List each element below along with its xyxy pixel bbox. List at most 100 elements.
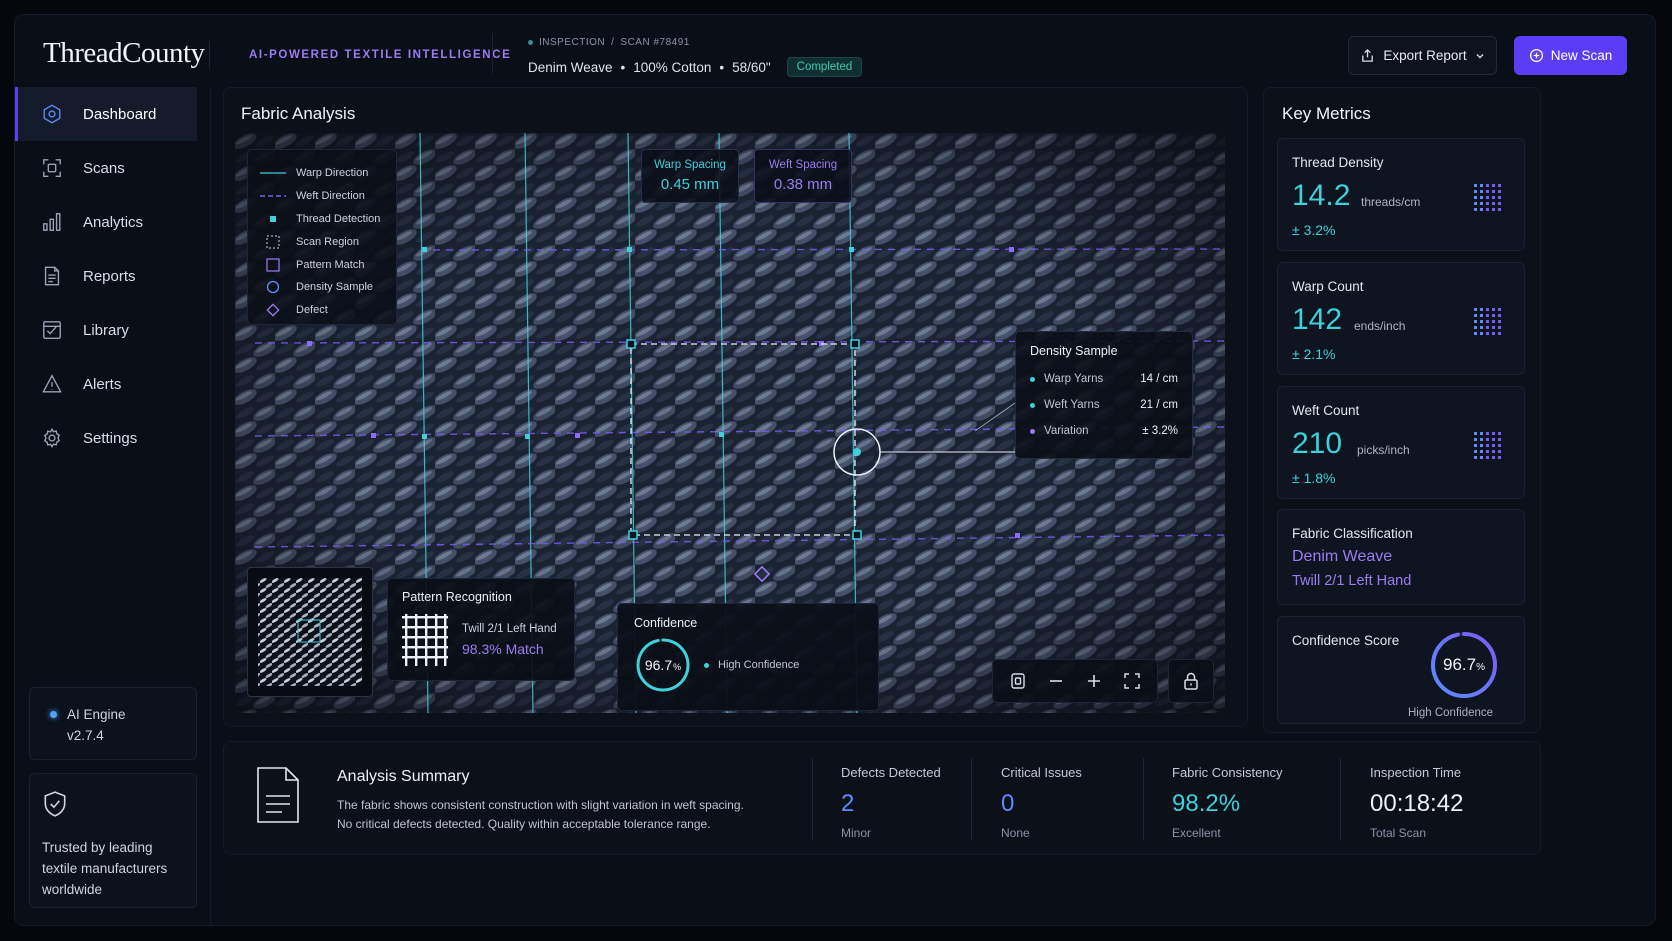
fabric-classification-card[interactable]: Fabric Classification Denim Weave Twill …	[1277, 509, 1525, 605]
confidence-title: Confidence	[634, 616, 698, 630]
plus-circle-icon	[1529, 48, 1543, 63]
metric-label: Warp Count	[1292, 279, 1364, 294]
minus-icon	[1050, 680, 1062, 682]
fabric-width: 58/60"	[732, 59, 771, 75]
sidebar-item-label: Alerts	[83, 375, 122, 393]
density-sample-box: Density Sample Warp Yarns 14 / cm Weft Y…	[1015, 331, 1193, 459]
sidebar: Dashboard Scans Analytics Reports Librar…	[15, 87, 211, 925]
sidebar-item-library[interactable]: Library	[15, 303, 197, 357]
gear-icon	[43, 427, 61, 449]
shield-check-icon	[44, 791, 66, 817]
stat-defects[interactable]: Defects Detected 2 Minor	[841, 765, 941, 840]
tagline: AI-POWERED TEXTILE INTELLIGENCE	[249, 49, 512, 61]
sidebar-item-label: Settings	[83, 429, 138, 447]
sidebar-item-label: Analytics	[83, 213, 144, 231]
density-row: Warp Yarns 14 / cm	[1030, 366, 1178, 392]
ai-engine-card: AI Engine v2.7.4	[29, 687, 197, 760]
thread-density-card[interactable]: Thread Density 14.2 threads/cm ± 3.2%	[1277, 138, 1525, 251]
metric-label: Confidence Score	[1292, 633, 1400, 648]
analysis-summary-panel: Analysis Summary The fabric shows consis…	[223, 741, 1541, 855]
sidebar-item-reports[interactable]: Reports	[15, 249, 197, 303]
dot-grid-icon	[1474, 432, 1501, 459]
metric-delta: ± 1.8%	[1292, 470, 1336, 486]
sidebar-item-label: Library	[83, 321, 129, 339]
metric-delta: ± 3.2%	[1292, 222, 1336, 238]
confidence-score-caption: High Confidence	[1408, 707, 1494, 719]
square-outline-icon	[266, 257, 280, 272]
plus-icon	[1088, 675, 1100, 687]
trust-card: Trusted by leading textile manufacturers…	[29, 773, 197, 908]
brand-logo[interactable]: ThreadCounty	[43, 37, 205, 70]
export-icon	[1362, 48, 1374, 62]
weft-spacing-value: 0.38 mm	[773, 176, 833, 193]
lock-button[interactable]	[1168, 659, 1214, 703]
sidebar-item-scans[interactable]: Scans	[15, 141, 197, 195]
sidebar-item-label: Scans	[83, 159, 125, 177]
dot-grid-icon	[1474, 308, 1501, 335]
engine-status-dot	[50, 711, 57, 718]
analytics-icon	[43, 213, 61, 231]
confidence-label: High Confidence	[718, 659, 800, 671]
reset-view-button[interactable]	[1005, 668, 1031, 694]
fabric-analysis-panel: Fabric Analysis Warp Direction Weft Dire…	[223, 87, 1248, 727]
sidebar-item-analytics[interactable]: Analytics	[15, 195, 197, 249]
weft-count-card[interactable]: Weft Count 210 picks/inch ± 1.8%	[1277, 386, 1525, 499]
density-row: Variation ± 3.2%	[1030, 418, 1178, 444]
fabric-name: Denim Weave	[528, 59, 613, 75]
inspection-breadcrumb: INSPECTION / SCAN #78491	[528, 37, 690, 48]
metric-label: Weft Count	[1292, 403, 1360, 418]
density-title: Density Sample	[1030, 344, 1118, 358]
zoom-in-button[interactable]	[1081, 668, 1107, 694]
sidebar-item-alerts[interactable]: Alerts	[15, 357, 197, 411]
document-icon	[257, 767, 299, 823]
legend-item: Density Sample	[260, 276, 384, 299]
weft-spacing-label: Weft Spacing	[768, 159, 838, 171]
legend-item: Weft Direction	[260, 185, 384, 208]
legend-item: Scan Region	[260, 230, 384, 253]
confidence-score-card[interactable]: Confidence Score 96.7% High Confidence	[1277, 616, 1525, 724]
sidebar-item-settings[interactable]: Settings	[15, 411, 197, 465]
scan-icon	[43, 159, 61, 177]
viewer-toolbar	[992, 659, 1158, 703]
new-scan-label: New Scan	[1550, 48, 1613, 63]
warp-spacing-label: Warp Spacing	[654, 159, 726, 171]
pattern-match: 98.3% Match	[462, 641, 544, 657]
stat-inspection-time[interactable]: Inspection Time 00:18:42 Total Scan	[1370, 765, 1463, 840]
sidebar-item-label: Reports	[83, 267, 136, 285]
solid-line-icon	[260, 172, 286, 175]
circle-outline-icon	[266, 281, 280, 294]
fabric-viewer[interactable]: Warp Direction Weft Direction Thread Det…	[235, 133, 1225, 713]
legend-item: Warp Direction	[260, 162, 384, 185]
metric-delta: ± 2.1%	[1292, 346, 1336, 362]
zoom-out-button[interactable]	[1043, 668, 1069, 694]
app-window: ThreadCounty AI-POWERED TEXTILE INTELLIG…	[14, 14, 1656, 926]
metric-unit: threads/cm	[1361, 195, 1421, 209]
metric-unit: ends/inch	[1354, 319, 1406, 333]
warp-count-card[interactable]: Warp Count 142 ends/inch ± 2.1%	[1277, 262, 1525, 375]
sidebar-item-dashboard[interactable]: Dashboard	[15, 87, 197, 141]
fullscreen-button[interactable]	[1119, 668, 1145, 694]
weave-grid-icon	[402, 614, 448, 666]
fullscreen-icon	[1124, 673, 1140, 689]
metric-label: Fabric Classification	[1292, 526, 1413, 541]
stat-fabric-consistency[interactable]: Fabric Consistency 98.2% Excellent	[1172, 765, 1283, 840]
pattern-thumbnail[interactable]	[247, 567, 373, 697]
metric-label: Thread Density	[1292, 155, 1384, 170]
export-report-label: Export Report	[1383, 48, 1467, 63]
pattern-recognition-box: Pattern Recognition Twill 2/1 Left Hand …	[387, 578, 575, 681]
export-report-button[interactable]: Export Report	[1348, 36, 1497, 75]
metric-value: 142	[1292, 303, 1343, 336]
library-icon	[43, 321, 61, 339]
legend: Warp Direction Weft Direction Thread Det…	[247, 149, 397, 325]
confidence-box: Confidence 96.7% High Confidence	[617, 603, 879, 711]
engine-version: v2.7.4	[67, 728, 104, 743]
stat-critical-issues[interactable]: Critical Issues 0 None	[1001, 765, 1082, 840]
dashboard-icon	[43, 104, 61, 124]
legend-item: Pattern Match	[260, 253, 384, 276]
new-scan-button[interactable]: New Scan	[1514, 36, 1627, 75]
pattern-title: Pattern Recognition	[402, 590, 512, 604]
diamond-icon	[266, 303, 280, 317]
metric-value: 14.2	[1292, 179, 1351, 212]
dashed-line-icon	[260, 195, 286, 197]
warp-spacing-value: 0.45 mm	[660, 176, 720, 193]
